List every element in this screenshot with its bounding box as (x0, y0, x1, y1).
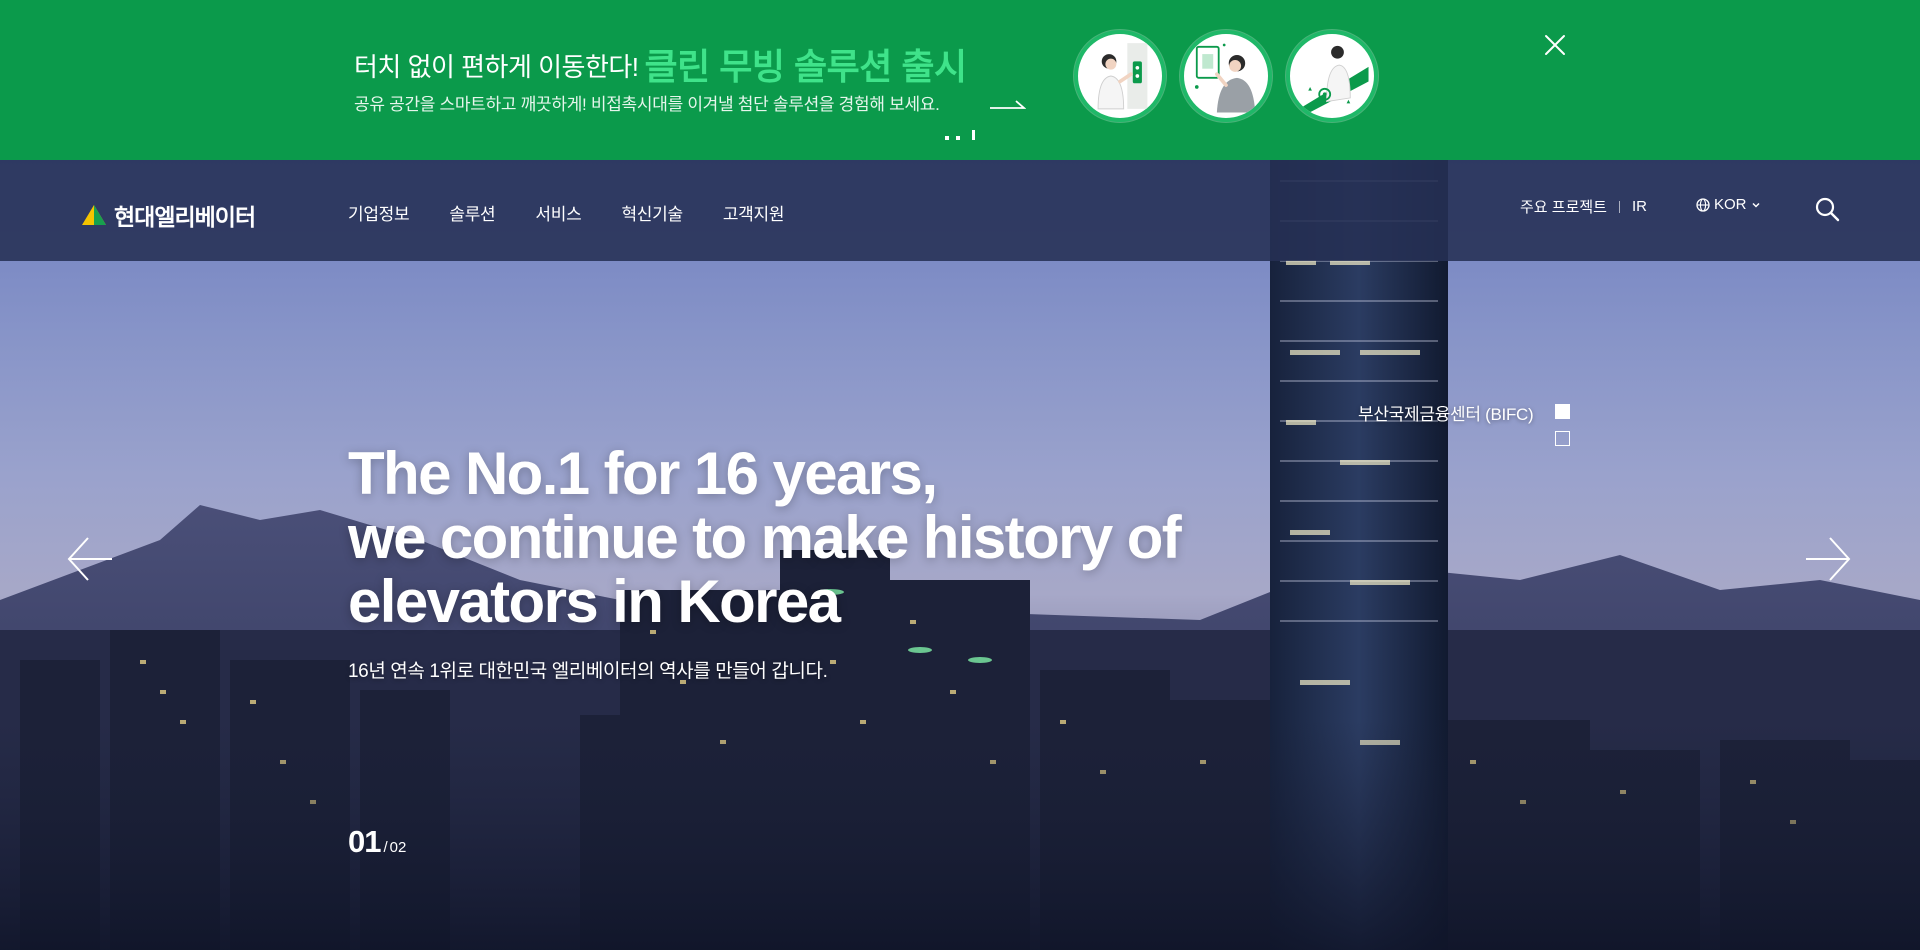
arrow-right-icon[interactable] (990, 96, 1026, 112)
arrow-right-icon[interactable] (1804, 532, 1852, 586)
major-projects-link[interactable]: 주요 프로젝트 (1520, 196, 1607, 217)
main-navigation: 기업정보 솔루션 서비스 혁신기술 고객지원 (348, 200, 784, 225)
close-icon[interactable] (1542, 32, 1568, 58)
nav-customer-support[interactable]: 고객지원 (723, 200, 785, 225)
site-header: 현대엘리베이터 기업정보 솔루션 서비스 혁신기술 고객지원 주요 프로젝트 I… (0, 160, 1920, 261)
promo-title[interactable]: 터치 없이 편하게 이동한다! 클린 무빙 솔루션 출시 (354, 38, 967, 90)
person-qr-elevator-icon (1286, 30, 1378, 122)
promo-subtitle[interactable]: 공유 공간을 스마트하고 깨끗하게! 비접촉시대를 이겨낼 첨단 솔루션을 경험… (354, 90, 940, 115)
nav-solutions[interactable]: 솔루션 (449, 200, 495, 225)
slide-separator: / (383, 839, 388, 856)
promo-title-highlight: 클린 무빙 솔루션 출시 (644, 46, 968, 87)
slide-counter: 01 / 02 (348, 824, 406, 860)
hero-title-line-1: The No.1 for 16 years, (348, 440, 938, 507)
hero-title: The No.1 for 16 years, we continue to ma… (348, 440, 1182, 635)
person-elevator-button-icon (1074, 30, 1166, 122)
nav-innovation[interactable]: 혁신기술 (621, 200, 683, 225)
slide-pager-2[interactable] (1555, 431, 1570, 446)
slide-pager-1[interactable] (1555, 404, 1570, 419)
hero-subtitle: 16년 연속 1위로 대한민국 엘리베이터의 역사를 만들어 갑니다. (348, 661, 828, 682)
arrow-left-icon[interactable] (66, 532, 114, 586)
site-logo[interactable]: 현대엘리베이터 (80, 198, 256, 232)
promo-title-lead: 터치 없이 편하게 이동한다! (354, 52, 639, 82)
utility-links: 주요 프로젝트 IR (1520, 196, 1647, 217)
language-selector[interactable]: KOR (1696, 196, 1761, 213)
globe-icon (1696, 197, 1710, 212)
promo-banner: 터치 없이 편하게 이동한다! 클린 무빙 솔루션 출시 공유 공간을 스마트하고… (0, 0, 1920, 160)
language-label: KOR (1714, 196, 1747, 213)
hero-title-line-3: elevators in Korea (348, 568, 841, 635)
dots-indicator-icon (945, 130, 975, 140)
logo-text: 현대엘리베이터 (114, 204, 256, 230)
nav-company-info[interactable]: 기업정보 (348, 200, 410, 225)
hero-title-line-2: we continue to make history of (348, 504, 1182, 571)
divider (1618, 200, 1620, 213)
nav-services[interactable]: 서비스 (535, 200, 581, 225)
ir-link[interactable]: IR (1632, 198, 1647, 215)
logo-triangle-icon (82, 205, 106, 225)
chevron-down-icon (1751, 202, 1760, 208)
slide-current: 01 (348, 824, 381, 859)
person-touchless-panel-icon (1180, 30, 1272, 122)
search-icon[interactable] (1814, 196, 1840, 222)
slide-total: 02 (389, 839, 407, 856)
slide-location-label: 부산국제금융센터 (BIFC) (1358, 405, 1534, 424)
